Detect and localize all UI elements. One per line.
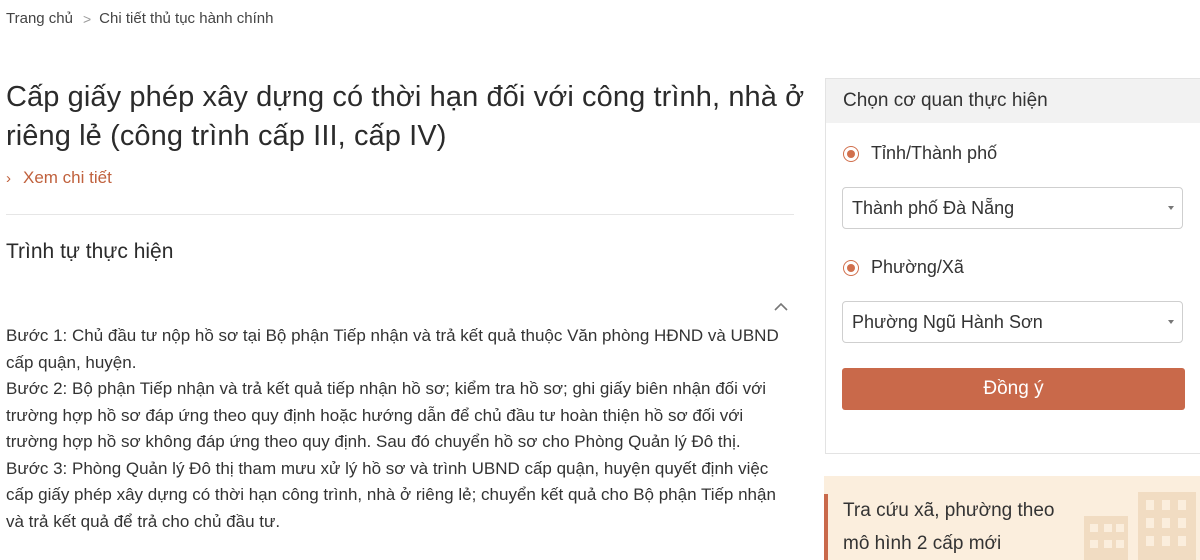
agree-button[interactable]: Đồng ý (842, 368, 1185, 410)
page-title: Cấp giấy phép xây dựng có thời hạn đối v… (6, 81, 805, 152)
panel-header: Chọn cơ quan thực hiện (826, 79, 1200, 123)
agency-select-panel: Chọn cơ quan thực hiện Tỉnh/Thành phố Th… (825, 78, 1200, 454)
breadcrumb-current: Chi tiết thủ tục hành chính (99, 10, 274, 27)
view-detail-label: Xem chi tiết (23, 168, 112, 187)
banner-text: Tra cứu xã, phường theo mô hình 2 cấp mớ… (843, 494, 1083, 560)
step-1: Bước 1: Chủ đầu tư nộp hồ sơ tại Bộ phận… (6, 326, 779, 372)
caret-down-icon (1168, 206, 1174, 210)
radio-province[interactable]: Tỉnh/Thành phố (843, 143, 997, 164)
procedure-steps: Bước 1: Chủ đầu tư nộp hồ sơ tại Bộ phận… (6, 323, 796, 535)
caret-down-icon (1168, 320, 1174, 324)
radio-selected-icon (843, 145, 859, 162)
chevron-right-icon: > (82, 10, 92, 27)
radio-province-label: Tỉnh/Thành phố (871, 143, 998, 163)
section-title: Trình tự thực hiện (6, 240, 174, 263)
banner-line-2: mô hình 2 cấp mới (843, 533, 1002, 554)
chevron-right-icon: › (6, 169, 11, 187)
view-detail-link[interactable]: › Xem chi tiết (6, 168, 112, 188)
banner-line-1: Tra cứu xã, phường theo (843, 500, 1055, 521)
province-select-value: Thành phố Đà Nẵng (852, 198, 1015, 218)
step-2: Bước 2: Bộ phận Tiếp nhận và trả kết quả… (6, 379, 767, 451)
province-select[interactable]: Thành phố Đà Nẵng (842, 187, 1183, 229)
radio-ward[interactable]: Phường/Xã (843, 257, 964, 278)
radio-selected-icon (843, 259, 859, 276)
accent-bar (824, 494, 828, 560)
building-icon (1084, 492, 1196, 560)
ward-select[interactable]: Phường Ngũ Hành Sơn (842, 301, 1183, 343)
ward-select-value: Phường Ngũ Hành Sơn (852, 312, 1043, 332)
chevron-up-icon[interactable] (770, 296, 792, 318)
ward-lookup-banner[interactable]: Tra cứu xã, phường theo mô hình 2 cấp mớ… (824, 476, 1200, 560)
breadcrumb: Trang chủ > Chi tiết thủ tục hành chính (6, 10, 273, 27)
step-3: Bước 3: Phòng Quản lý Đô thị tham mưu xử… (6, 458, 776, 531)
breadcrumb-home[interactable]: Trang chủ (6, 10, 73, 27)
radio-ward-label: Phường/Xã (871, 257, 964, 277)
divider (6, 214, 794, 215)
